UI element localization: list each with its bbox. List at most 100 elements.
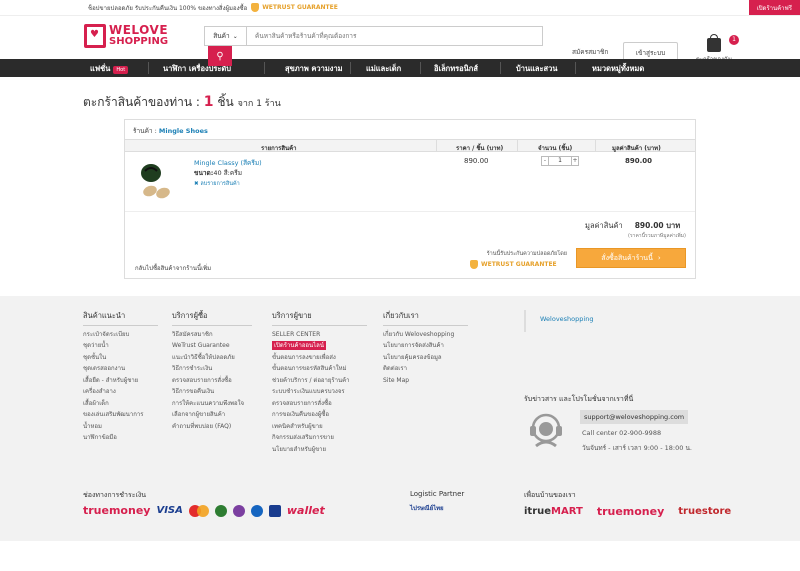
footer-link[interactable]: ตรวจสอบรายการสั่งซื้อ xyxy=(272,398,367,410)
product-name-link[interactable]: Mingle Classy (สีครีม) xyxy=(194,158,262,168)
facebook-link[interactable]: Weloveshopping xyxy=(524,310,593,332)
footer-col-buyer: บริการผู้ซื้อ วิธีสมัครสมาชิก WeTrust Gu… xyxy=(172,310,252,432)
nav-electronics[interactable]: อิเล็กทรอนิกส์ xyxy=(434,63,478,75)
chevron-down-icon: ⌄ xyxy=(232,32,238,40)
footer-link[interactable]: นโยบายคุ้มครองข้อมูล xyxy=(383,352,468,364)
search-bar: สินค้า ⌄ xyxy=(204,26,543,46)
footer-link[interactable]: ระบบชำระเงินแบบครบวงจร xyxy=(272,386,367,398)
bank-logo-bbl xyxy=(268,504,281,517)
qty-input[interactable]: 1 xyxy=(549,156,571,166)
payment-title: ช่องทางการชำระเงิน xyxy=(83,491,147,499)
footer-link[interactable]: เสื้อยืด - สำหรับผู้ชาย xyxy=(83,375,158,387)
payment-logos: truemoney VISA wallet xyxy=(83,504,325,517)
footer-link[interactable]: การให้คะแนนความพึงพอใจ xyxy=(172,398,252,410)
footer-link[interactable]: ชุดชั้นใน xyxy=(83,352,158,364)
category-nav: แฟชั่น Hot นาฬิกา เครื่องประดับ สุขภาพ คว… xyxy=(0,59,800,77)
truemoney-logo: truemoney xyxy=(83,504,151,517)
footer-link[interactable]: นโยบายการจัดส่งสินค้า xyxy=(383,340,468,352)
nav-home-garden[interactable]: บ้านและสวน xyxy=(516,63,557,75)
footer-link[interactable]: WeTrust Guarantee xyxy=(172,340,252,352)
footer-link[interactable]: วิธีการขอคืนเงิน xyxy=(172,386,252,398)
thai-post-logo: ไปรษณีย์ไทย xyxy=(410,505,444,512)
headset-icon xyxy=(530,413,562,448)
footer-link[interactable]: ของเล่นเสริมพัฒนาการ xyxy=(83,409,158,421)
footer-link[interactable]: เสื้อผ้าเด็ก xyxy=(83,398,158,410)
cart-box: ร้านค้า : Mingle Shoes รายการสินค้า ราคา… xyxy=(124,119,696,279)
footer-link-open-shop[interactable]: เปิดร้านค้าออนไลน์ xyxy=(272,341,326,350)
footer-link[interactable]: ขั้นตอนการขอรหัสสินค้าใหม่ xyxy=(272,363,367,375)
wetrust-label[interactable]: WETRUST GUARANTEE xyxy=(262,4,338,11)
footer-link[interactable]: แนะนำวิธีซื้อให้ปลอดภัย xyxy=(172,352,252,364)
search-input[interactable] xyxy=(247,27,542,45)
logo-bag-icon xyxy=(84,24,106,48)
product-variant: ขนาด:40 สี:ครีม xyxy=(194,169,242,177)
bank-logo-scb xyxy=(232,504,245,517)
friends-title: เพื่อนบ้านของเรา xyxy=(524,491,576,499)
footer-link[interactable]: การขอเงินคืนของผู้ซื้อ xyxy=(272,409,367,421)
site-logo[interactable]: WELOVE SHOPPING xyxy=(84,21,184,51)
truestore-logo[interactable]: truestore xyxy=(678,506,731,517)
bank-logo-kbank xyxy=(214,504,227,517)
cart-count-badge: 1 xyxy=(729,35,739,45)
footer-link[interactable]: กระเป๋าจัดระเบียบ xyxy=(83,329,158,341)
nav-health-beauty[interactable]: สุขภาพ ความงาม xyxy=(285,63,343,75)
footer-link[interactable]: เครื่องสำอาง xyxy=(83,386,158,398)
wetrust-badge: WETRUST GUARANTEE xyxy=(470,260,557,269)
footer-link[interactable]: เกี่ยวกับ Weloveshopping xyxy=(383,329,468,341)
chevron-right-icon: › xyxy=(657,254,661,262)
itruemart-logo[interactable]: itrueMART xyxy=(524,506,583,517)
nav-all-categories[interactable]: หมวดหมู่ทั้งหมด xyxy=(592,63,644,75)
footer-link[interactable]: นาฬิกาข้อมือ xyxy=(83,432,158,444)
footer-link[interactable]: SELLER CENTER xyxy=(272,329,367,341)
hot-badge: Hot xyxy=(113,66,129,74)
footer-link[interactable]: ชุดเดรสออกงาน xyxy=(83,363,158,375)
footer-link[interactable]: ตรวจสอบรายการสั่งซื้อ xyxy=(172,375,252,387)
search-button[interactable]: ⚲ xyxy=(208,46,232,66)
register-link[interactable]: สมัครสมาชิก xyxy=(572,47,608,57)
support-email[interactable]: support@weloveshopping.com xyxy=(580,410,689,424)
bank-logo-ktb xyxy=(250,504,263,517)
partner-logos: itrueMART truemoney truestore xyxy=(524,505,731,518)
footer-link[interactable]: กิจกรรมส่งเสริมการขาย xyxy=(272,432,367,444)
logistic-title: Logistic Partner xyxy=(410,490,465,498)
qty-minus-button[interactable]: - xyxy=(541,156,549,166)
continue-shopping-link[interactable]: กลับไปซื้อสินค้าจากร้านนี้เพิ่ม xyxy=(135,263,211,273)
quantity-stepper: - 1 + xyxy=(541,156,579,166)
footer-link[interactable]: คำถามที่พบบ่อย (FAQ) xyxy=(172,421,252,433)
footer-link[interactable]: ขั้นตอนการลงขายเพื่อส่ง xyxy=(272,352,367,364)
nav-fashion[interactable]: แฟชั่น Hot xyxy=(90,63,129,75)
footer-link[interactable]: นโยบายสำหรับผู้ขาย xyxy=(272,444,367,456)
logo-text-2: SHOPPING xyxy=(109,36,169,47)
qty-plus-button[interactable]: + xyxy=(571,156,579,166)
footer-link[interactable]: เทคนิคสำหรับผู้ขาย xyxy=(272,421,367,433)
truemoney-partner-logo[interactable]: truemoney xyxy=(597,505,664,518)
product-image[interactable] xyxy=(135,159,179,203)
vat-note: (ราคานี้รวมภาษีมูลค่าเพิ่ม) xyxy=(628,233,686,239)
footer-link[interactable]: เลือกจากผู้ขายสินค้า xyxy=(172,409,252,421)
footer-link[interactable]: ช่วยค้าบริการ / ต่ออายุร้านค้า xyxy=(272,375,367,387)
open-shop-button[interactable]: เปิดร้านค้าฟรี xyxy=(748,0,800,15)
visa-logo: VISA xyxy=(156,505,183,516)
top-bar-text: ช็อปขายปลอดภัย รับประกันคืนเงิน 100% ของ… xyxy=(88,4,248,12)
shop-row: ร้านค้า : Mingle Shoes xyxy=(125,120,695,140)
footer-link[interactable]: วิธีการชำระเงิน xyxy=(172,363,252,375)
remove-item-link[interactable]: ✖ ลบรายการสินค้า xyxy=(194,180,240,188)
table-header: รายการสินค้า ราคา / ชิ้น (บาท) จำนวน (ชิ… xyxy=(125,140,695,152)
search-category-select[interactable]: สินค้า ⌄ xyxy=(205,27,247,45)
footer-col-recommended: สินค้าแนะนำ กระเป๋าจัดระเบียบ ชุดว่ายน้ำ… xyxy=(83,310,158,444)
cart-item-count: 1 xyxy=(203,94,214,110)
footer-link[interactable]: Site Map xyxy=(383,375,468,387)
footer: สินค้าแนะนำ กระเป๋าจัดระเบียบ ชุดว่ายน้ำ… xyxy=(0,296,800,541)
line-total: 890.00 xyxy=(625,157,653,165)
shield-icon xyxy=(251,3,260,12)
footer-link[interactable]: ติดต่อเรา xyxy=(383,363,468,375)
footer-link[interactable]: ชุดว่ายน้ำ xyxy=(83,340,158,352)
footer-col-about: เกี่ยวกับเรา เกี่ยวกับ Weloveshopping นโ… xyxy=(383,310,468,386)
header: WELOVE SHOPPING สินค้า ⌄ สมัครสมาชิก เข้… xyxy=(0,16,800,64)
footer-link[interactable]: วิธีสมัครสมาชิก xyxy=(172,329,252,341)
nav-mom-kids[interactable]: แม่และเด็ก xyxy=(366,63,401,75)
wallet-logo: wallet xyxy=(286,504,325,517)
footer-link[interactable]: น้ำหอม xyxy=(83,421,158,433)
shop-name-link[interactable]: Mingle Shoes xyxy=(159,127,208,135)
checkout-button[interactable]: สั่งซื้อสินค้าร้านนี้ › xyxy=(576,248,686,268)
